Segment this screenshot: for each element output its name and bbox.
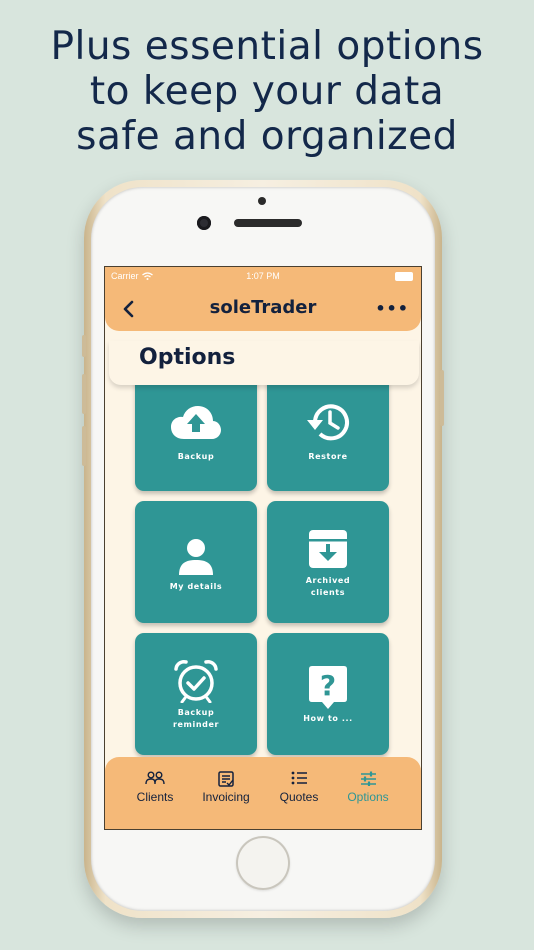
tile-label: Backup reminder: [135, 707, 257, 731]
marketing-headline: Plus essential options to keep your data…: [0, 24, 534, 159]
power-button: [440, 370, 444, 426]
app-title: soleTrader: [209, 297, 317, 318]
tab-bar: Clients Invoicing Quotes Options: [105, 757, 421, 829]
cloud-upload-icon: [171, 406, 221, 439]
page-title: Options: [139, 345, 236, 370]
alarm-clock-icon: [174, 660, 218, 703]
tile-label: How to ...: [303, 714, 353, 723]
navigation-bar: Carrier 1:07 PM soleTrader •••: [105, 267, 421, 331]
headline-line-3: safe and organized: [76, 114, 458, 159]
tab-options[interactable]: Options: [330, 757, 406, 829]
front-camera: [197, 216, 211, 230]
tile-label: Archived clients: [267, 575, 389, 599]
tab-invoicing[interactable]: Invoicing: [188, 757, 264, 829]
status-bar: Carrier 1:07 PM: [105, 267, 421, 287]
ellipsis-icon[interactable]: •••: [375, 299, 409, 318]
how-to-tile[interactable]: ? How to ...: [267, 633, 389, 755]
backup-tile[interactable]: Backup: [135, 369, 257, 491]
my-details-tile[interactable]: My details: [135, 501, 257, 623]
earpiece-speaker: [234, 219, 302, 227]
headline-line-1: Plus essential options: [50, 24, 484, 69]
invoice-icon: [218, 771, 234, 787]
proximity-sensor: [258, 197, 266, 205]
tile-label: Backup: [177, 452, 215, 461]
tile-label-line-2: reminder: [172, 720, 220, 729]
history-icon: [307, 404, 349, 441]
tile-label: Restore: [308, 452, 348, 461]
volume-up-button: [82, 374, 86, 414]
tile-label-line-1: Archived: [305, 576, 351, 585]
help-icon: ?: [309, 666, 347, 709]
tile-label-line-1: Backup: [177, 708, 215, 717]
tile-label-line-2: clients: [310, 588, 346, 597]
person-icon: [179, 539, 213, 575]
tab-label: Invoicing: [202, 790, 250, 804]
list-icon: [291, 771, 307, 785]
archived-clients-tile[interactable]: Archived clients: [267, 501, 389, 623]
headline-line-2: to keep your data: [89, 69, 445, 114]
backup-reminder-tile[interactable]: Backup reminder: [135, 633, 257, 755]
mute-switch: [82, 335, 86, 357]
tab-quotes[interactable]: Quotes: [261, 757, 337, 829]
volume-down-button: [82, 426, 86, 466]
app-screen: Carrier 1:07 PM soleTrader ••• Options B…: [104, 266, 422, 830]
tile-label: My details: [169, 582, 223, 591]
sliders-icon: [360, 771, 376, 786]
status-time: 1:07 PM: [246, 271, 280, 281]
tab-clients[interactable]: Clients: [117, 757, 193, 829]
restore-tile[interactable]: Restore: [267, 369, 389, 491]
tab-label: Quotes: [279, 790, 319, 804]
archive-box-icon: [309, 530, 347, 568]
tab-label: Options: [347, 790, 389, 804]
battery-icon: [395, 272, 413, 281]
people-icon: [145, 771, 165, 785]
svg-text:?: ?: [320, 669, 336, 702]
tab-label: Clients: [136, 790, 174, 804]
page-title-bar: Options: [109, 341, 419, 385]
home-button[interactable]: [236, 836, 290, 890]
